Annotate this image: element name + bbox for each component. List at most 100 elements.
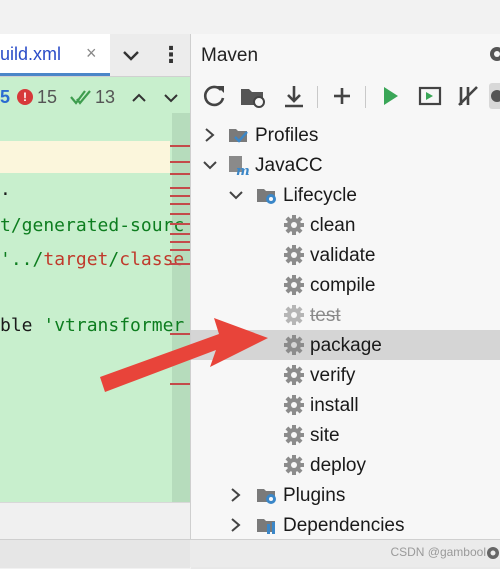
goal-package[interactable]: package xyxy=(191,330,500,360)
maven-toolbar xyxy=(191,78,500,116)
status-strip xyxy=(0,539,190,568)
goal-install[interactable]: install xyxy=(191,390,500,420)
error-stripe-mark[interactable] xyxy=(170,145,190,147)
tree-node-label: Profiles xyxy=(255,125,319,146)
execute-goal-icon[interactable] xyxy=(415,81,445,111)
goal-gear-icon xyxy=(284,455,304,475)
more-options-icon[interactable]: ⋮ xyxy=(160,40,182,70)
goal-gear-icon xyxy=(284,275,304,295)
profiles-folder-icon xyxy=(229,129,248,143)
maven-module-icon: m xyxy=(229,156,249,176)
status-bar: CSDN @gambool xyxy=(190,539,500,567)
settings-gear-icon[interactable] xyxy=(484,544,500,562)
tree-node-label: Lifecycle xyxy=(283,185,357,206)
generate-sources-icon[interactable] xyxy=(237,81,267,111)
goal-compile[interactable]: compile xyxy=(191,270,500,300)
goal-label: validate xyxy=(310,245,376,266)
error-stripe-mark[interactable] xyxy=(170,233,190,235)
error-stripe-mark[interactable] xyxy=(170,263,190,265)
goal-deploy[interactable]: deploy xyxy=(191,450,500,480)
goal-site[interactable]: site xyxy=(191,420,500,450)
editor-tab-bar: uild.xml × ⋮ xyxy=(0,34,190,77)
editor-scroll-gutter xyxy=(172,113,190,502)
file-tab-build-xml[interactable]: uild.xml × xyxy=(0,34,110,76)
error-stripe-mark[interactable] xyxy=(170,241,190,243)
maven-title: Maven xyxy=(201,45,259,66)
chevron-right-icon[interactable] xyxy=(227,515,245,535)
code-line: '../target/classe xyxy=(0,249,184,270)
goal-gear-icon xyxy=(284,245,304,265)
code-line: t/generated-sourc xyxy=(0,215,184,236)
goal-label-disabled: test xyxy=(310,305,341,326)
code-unresolved: target xyxy=(43,249,109,270)
gear-icon[interactable] xyxy=(487,44,500,64)
chevron-down-icon[interactable] xyxy=(201,155,219,175)
file-tab-label: uild.xml xyxy=(0,44,62,64)
error-stripe-mark[interactable] xyxy=(170,187,190,189)
tree-node-label: Plugins xyxy=(283,485,346,506)
goal-label: compile xyxy=(310,275,376,296)
error-count: 15 xyxy=(37,87,58,107)
editor-footer xyxy=(0,502,190,568)
chevron-down-icon[interactable] xyxy=(227,185,245,205)
tree-node-dependencies[interactable]: Dependencies xyxy=(191,510,500,540)
goal-verify[interactable]: verify xyxy=(191,360,500,390)
dependencies-folder-icon xyxy=(257,519,275,534)
goal-label: verify xyxy=(310,365,356,386)
current-line-highlight xyxy=(0,141,170,173)
ok-count: 13 xyxy=(95,87,116,107)
error-stripe-mark[interactable] xyxy=(170,383,190,385)
error-stripe-mark[interactable] xyxy=(170,333,190,335)
inspection-widget[interactable]: 5 ! 15 13 xyxy=(0,83,190,113)
maven-tool-window: Maven Profiles m JavaCC Lifecycle clean … xyxy=(190,34,500,569)
lifecycle-folder-icon xyxy=(257,189,276,204)
goal-gear-icon xyxy=(284,335,304,355)
svg-text:m: m xyxy=(236,164,249,176)
code-string: t/generated-sourc xyxy=(0,215,185,236)
error-stripe-mark[interactable] xyxy=(170,195,190,197)
code-string: / xyxy=(108,249,120,270)
chevron-right-icon[interactable] xyxy=(201,125,219,145)
double-check-icon xyxy=(70,90,91,105)
maven-project-tree: Profiles m JavaCC Lifecycle clean valida… xyxy=(191,120,500,539)
tree-node-lifecycle[interactable]: Lifecycle xyxy=(191,180,500,210)
previous-highlight-icon[interactable] xyxy=(130,89,148,107)
toolbar-separator xyxy=(365,86,366,108)
goal-gear-icon xyxy=(284,305,304,325)
code-text: ble xyxy=(0,315,44,336)
chevron-down-icon[interactable] xyxy=(118,42,144,68)
error-stripe-mark[interactable] xyxy=(170,223,190,225)
goal-label: deploy xyxy=(310,455,366,476)
tree-node-profiles[interactable]: Profiles xyxy=(191,120,500,150)
plugins-folder-icon xyxy=(257,489,276,504)
skip-tests-icon[interactable] xyxy=(453,81,483,111)
tree-node-plugins[interactable]: Plugins xyxy=(191,480,500,510)
close-tab-icon[interactable]: × xyxy=(86,43,97,64)
code-unresolved: classe xyxy=(119,249,185,270)
error-stripe-mark[interactable] xyxy=(170,249,190,251)
error-stripe-mark[interactable] xyxy=(170,213,190,215)
goal-gear-icon xyxy=(284,215,304,235)
add-icon[interactable] xyxy=(327,81,357,111)
code-string: '../ xyxy=(0,249,44,270)
tree-node-project[interactable]: m JavaCC xyxy=(191,150,500,180)
tree-node-label: Dependencies xyxy=(283,515,405,536)
goal-gear-icon xyxy=(284,425,304,445)
offline-mode-icon[interactable] xyxy=(489,81,500,111)
run-icon[interactable] xyxy=(375,81,405,111)
goal-label: package xyxy=(310,335,382,356)
error-stripe-mark[interactable] xyxy=(170,173,190,175)
editor-pane: uild.xml × ⋮ 5 ! 15 13 . t/generated-sou… xyxy=(0,0,190,568)
reload-icon[interactable] xyxy=(199,81,229,111)
goal-gear-icon xyxy=(284,395,304,415)
chevron-right-icon[interactable] xyxy=(227,485,245,505)
error-stripe-mark[interactable] xyxy=(170,161,190,163)
error-stripe-mark[interactable] xyxy=(170,203,190,205)
goal-validate[interactable]: validate xyxy=(191,240,500,270)
goal-test[interactable]: test xyxy=(191,300,500,330)
goal-clean[interactable]: clean xyxy=(191,210,500,240)
goal-label: clean xyxy=(310,215,356,236)
code-editor[interactable]: 5 ! 15 13 . t/generated-sourc '../target… xyxy=(0,77,190,502)
download-icon[interactable] xyxy=(279,81,309,111)
next-highlight-icon[interactable] xyxy=(162,89,180,107)
